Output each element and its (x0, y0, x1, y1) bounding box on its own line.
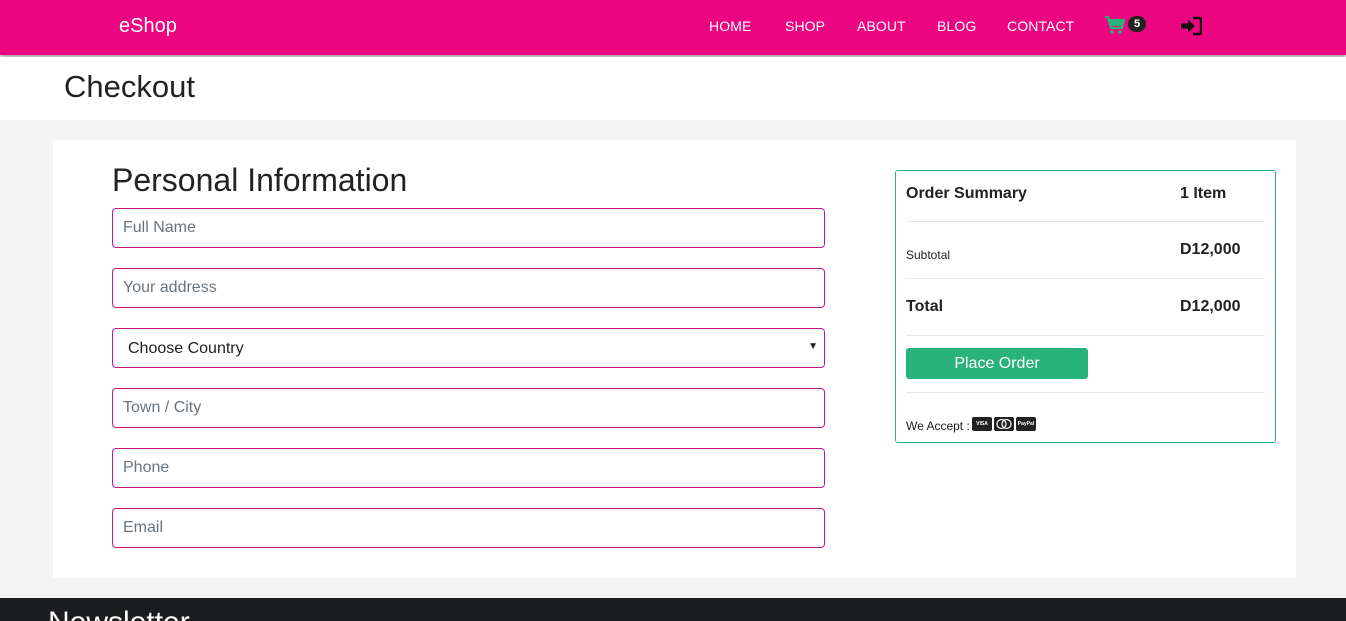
sign-in-icon (1181, 16, 1203, 36)
newsletter-title: Newsletter (48, 606, 190, 621)
total-value: D12,000 (1180, 298, 1241, 315)
cart-count-badge: 5 (1128, 16, 1146, 32)
dropdown-arrow-icon: ▼ (808, 341, 818, 352)
cart-button[interactable]: 5 (1104, 15, 1148, 39)
country-select-value: Choose Country (128, 340, 244, 357)
subtotal-row: Subtotal D12,000 (906, 222, 1265, 279)
total-row: Total D12,000 (906, 279, 1265, 336)
email-input[interactable] (112, 508, 825, 548)
footer-newsletter: Newsletter (0, 598, 1346, 621)
nav-home[interactable]: HOME (709, 18, 751, 34)
town-city-input[interactable] (112, 388, 825, 428)
total-label: Total (906, 298, 944, 315)
full-name-input[interactable] (112, 208, 825, 248)
address-input[interactable] (112, 268, 825, 308)
order-summary-title: Order Summary (906, 185, 1027, 202)
page-title-bar: Checkout (0, 57, 1346, 120)
item-count: 1 Item (1180, 185, 1227, 202)
top-navbar: eShop HOME SHOP ABOUT BLOG CONTACT 5 (0, 0, 1346, 55)
personal-info-heading: Personal Information (112, 162, 408, 198)
nav-about[interactable]: ABOUT (857, 18, 906, 34)
mastercard-icon (994, 417, 1014, 431)
checkout-card: Personal Information Choose Country ▼ Or… (53, 140, 1296, 578)
brand-logo[interactable]: eShop (119, 15, 177, 38)
visa-icon: VISA (972, 417, 992, 431)
page-title: Checkout (64, 69, 195, 104)
nav-shop[interactable]: SHOP (785, 18, 825, 34)
order-summary-panel: Order Summary 1 Item Subtotal D12,000 To… (895, 170, 1276, 443)
country-select[interactable]: Choose Country ▼ (112, 328, 825, 368)
we-accept-label: We Accept : (906, 419, 970, 433)
nav-blog[interactable]: BLOG (937, 18, 976, 34)
nav-contact[interactable]: CONTACT (1007, 18, 1074, 34)
subtotal-label: Subtotal (906, 248, 951, 262)
summary-header-row: Order Summary 1 Item (906, 171, 1265, 222)
phone-input[interactable] (112, 448, 825, 488)
login-button[interactable] (1180, 16, 1203, 36)
paypal-icon: PayPal (1016, 417, 1036, 431)
subtotal-value: D12,000 (1180, 241, 1241, 258)
cart-icon (1105, 15, 1126, 34)
button-row (906, 336, 1265, 393)
